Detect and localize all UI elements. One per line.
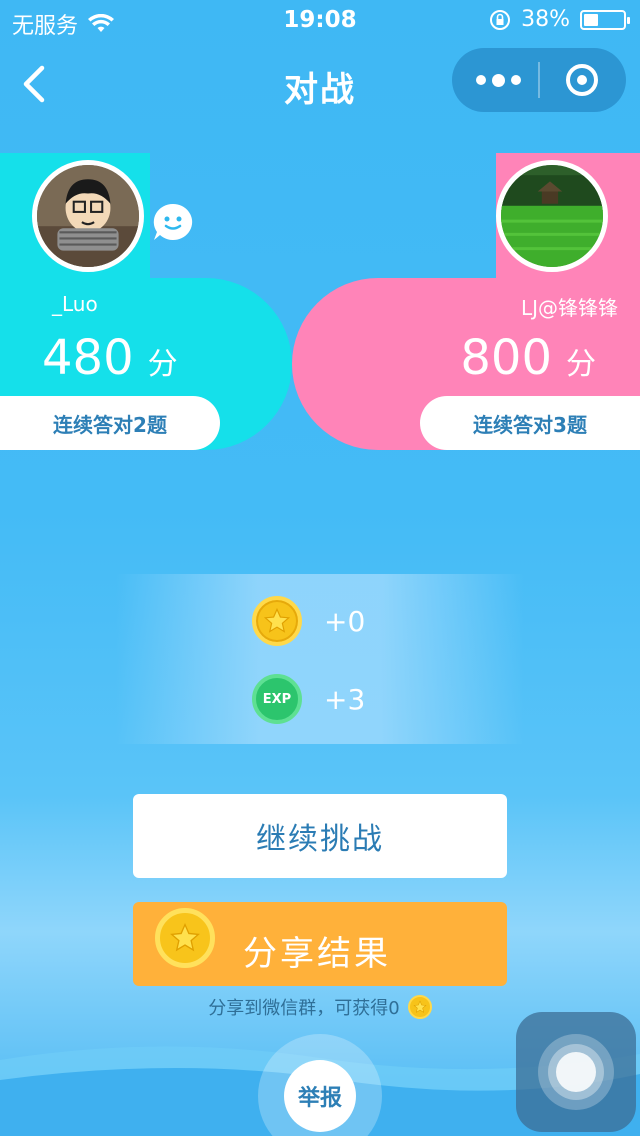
nav-bar: 对战: [0, 44, 640, 122]
left-score-unit: 分: [147, 347, 178, 382]
rotation-lock-icon: [490, 9, 511, 30]
capsule-divider: [538, 62, 540, 98]
chat-bubble-icon[interactable]: [152, 202, 194, 242]
star-coin-icon: [407, 995, 432, 1019]
battery-icon: [580, 9, 630, 30]
exp-reward-row: EXP +3: [252, 674, 365, 724]
rewards-panel: +0 EXP +3: [116, 574, 524, 744]
right-player-score: 800 分: [460, 330, 596, 386]
exp-reward-value: +3: [324, 682, 366, 716]
right-score-value: 800: [460, 330, 552, 386]
share-result-button[interactable]: 分享结果: [133, 902, 507, 986]
share-result-label: 分享结果: [243, 934, 391, 974]
coin-reward-row: +0: [252, 596, 365, 646]
right-score-unit: 分: [566, 347, 596, 382]
avatar-left: [32, 160, 144, 272]
assistive-touch-button[interactable]: [516, 1012, 636, 1132]
avatar-right: [496, 160, 608, 272]
continue-challenge-button[interactable]: 继续挑战: [133, 794, 507, 878]
left-score-value: 480: [42, 330, 134, 386]
left-player-score: 480 分: [42, 330, 178, 386]
star-coin-icon: [155, 908, 215, 968]
star-coin-icon: [252, 596, 302, 646]
right-player-name: LJ@锋锋锋: [520, 296, 618, 320]
exp-badge-icon: EXP: [252, 674, 302, 724]
share-hint-text: 分享到微信群，可获得0: [208, 998, 400, 1019]
coin-reward-value: +0: [324, 604, 366, 638]
left-player-name: _Luo: [52, 292, 98, 316]
report-button[interactable]: 举报: [284, 1060, 356, 1132]
more-dots-icon[interactable]: [476, 73, 521, 87]
right-streak-badge: 连续答对3题: [420, 396, 640, 450]
battery-percent: 38%: [521, 7, 570, 32]
miniprogram-capsule: [452, 48, 626, 112]
target-icon[interactable]: [566, 64, 598, 96]
left-streak-badge: 连续答对2题: [0, 396, 220, 450]
status-bar: 无服务 19:08 38%: [0, 0, 640, 40]
